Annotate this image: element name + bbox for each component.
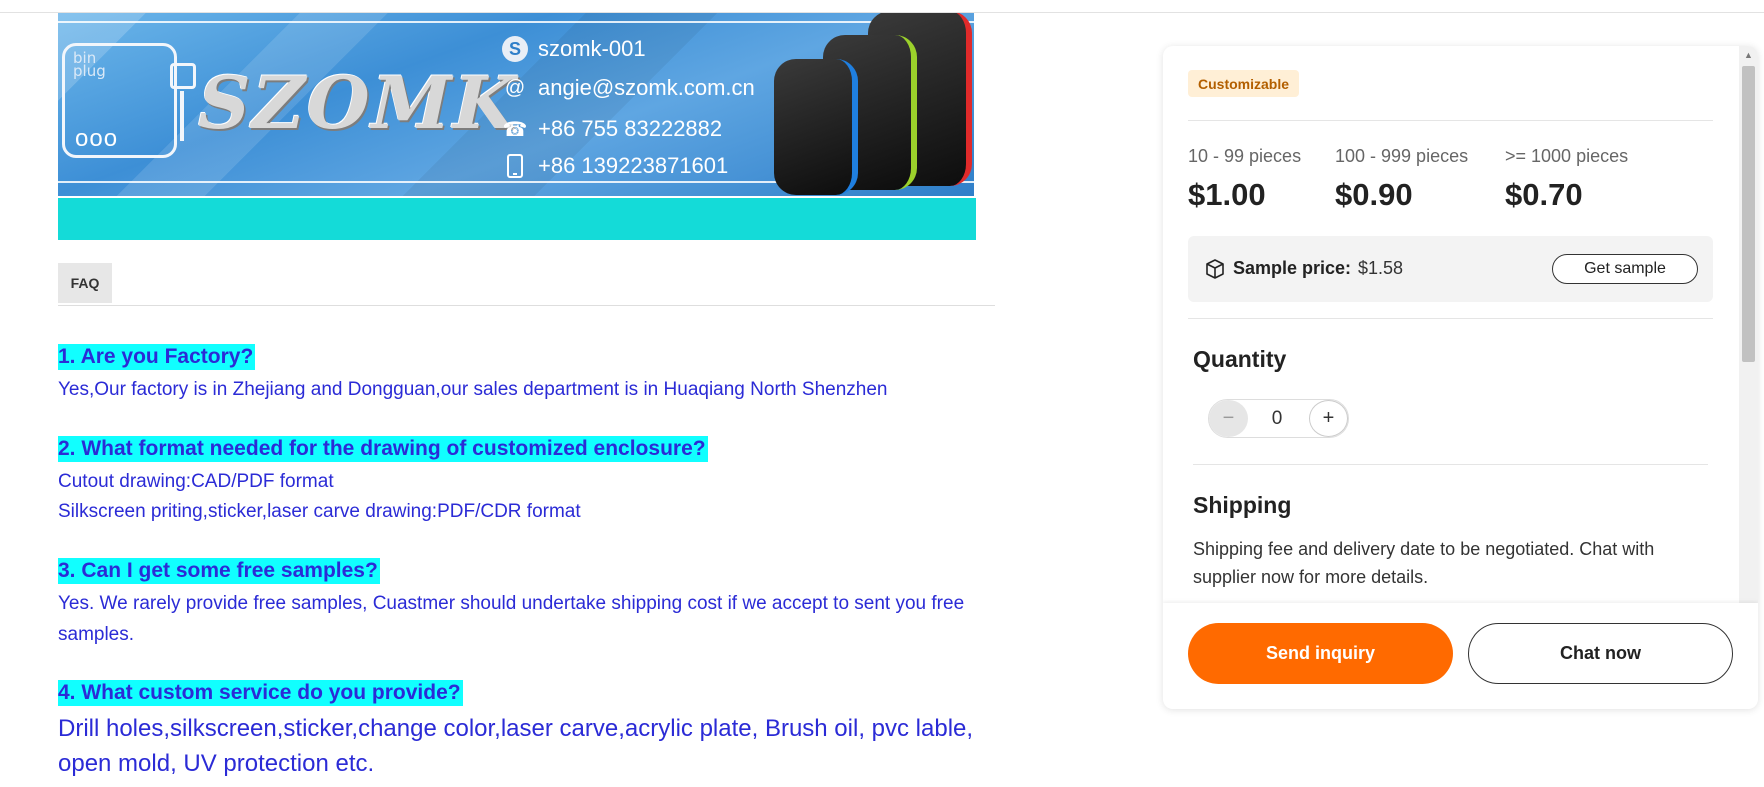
faq-answer: Silkscreen priting,sticker,laser carve d… [58, 501, 581, 522]
tier-price: $1.00 [1188, 177, 1266, 212]
contact-email: @ angie@szomk.com.cn [502, 72, 755, 104]
tier-range: 10 - 99 pieces [1188, 146, 1302, 166]
brand-logo: SZOMK [189, 60, 527, 145]
mobile-icon [502, 153, 528, 179]
phone-icon: ☎ [502, 118, 528, 141]
chat-now-button[interactable]: Chat now [1468, 623, 1733, 684]
logo-dots: ooo [75, 125, 119, 152]
quantity-input[interactable]: 0 [1255, 400, 1299, 437]
tab-divider [58, 305, 995, 306]
contact-phone: ☎ +86 755 83222882 [502, 113, 723, 145]
faq-answer: Cutout drawing:CAD/PDF format [58, 471, 334, 492]
shipping-title: Shipping [1193, 492, 1292, 518]
logo-plug-text: bin plug [73, 49, 106, 80]
contact-text: szomk-001 [538, 36, 646, 61]
send-inquiry-button[interactable]: Send inquiry [1188, 623, 1453, 684]
scroll-up-arrow-icon[interactable]: ▲ [1739, 46, 1758, 64]
tier-price: $0.90 [1335, 177, 1413, 212]
sample-price-box: Sample price: $1.58 Get sample [1188, 236, 1713, 302]
sample-price-value: $1.58 [1358, 258, 1404, 278]
customizable-badge: Customizable [1188, 70, 1300, 97]
banner-strip [58, 198, 976, 240]
box-icon [1206, 259, 1224, 279]
price-tier: 10 - 99 pieces $1.00 [1188, 146, 1301, 213]
decrease-button[interactable]: − [1209, 400, 1248, 437]
sample-price-label: Sample price: [1233, 258, 1352, 278]
faq-answer: Yes,Our factory is in Zhejiang and Dongg… [58, 379, 888, 400]
contact-text: +86 755 83222882 [538, 116, 723, 141]
divider [1188, 120, 1713, 121]
faq-question: 1. Are you Factory? [58, 344, 256, 370]
at-sign-icon: @ [504, 76, 526, 99]
get-sample-button[interactable]: Get sample [1552, 254, 1698, 284]
price-tier: >= 1000 pieces $0.70 [1505, 146, 1628, 213]
store-banner: bin plug ooo SZOMK S szomk-001 @ angie@sz… [58, 13, 976, 240]
plug-logo-icon: bin plug ooo [62, 43, 177, 158]
quantity-title: Quantity [1193, 346, 1287, 372]
skype-icon: S [502, 36, 528, 62]
tier-range: >= 1000 pieces [1505, 146, 1629, 166]
faq-question: 2. What format needed for the drawing of… [58, 436, 708, 462]
panel-scrollbar[interactable]: ▲ [1739, 46, 1758, 603]
banner-image: bin plug ooo SZOMK S szomk-001 @ angie@sz… [58, 13, 974, 196]
logo-cord [180, 91, 184, 141]
banner-rule [58, 21, 974, 23]
tier-range: 100 - 999 pieces [1335, 146, 1469, 166]
shipping-description: Shipping fee and delivery date to be neg… [1193, 539, 1655, 587]
faq-question: 3. Can I get some free samples? [58, 558, 380, 584]
top-rule [0, 0, 1764, 13]
contact-text: +86 139223871601 [538, 153, 729, 178]
faq-question: 4. What custom service do you provide? [58, 680, 463, 706]
price-tier: 100 - 999 pieces $0.90 [1335, 146, 1468, 213]
contact-text: angie@szomk.com.cn [538, 75, 755, 100]
purchase-panel: Customizable 10 - 99 pieces $1.00 100 - … [1163, 46, 1758, 709]
faq-answer: Yes. We rarely provide free samples, Cua… [58, 593, 965, 645]
enclosure-device-blue [774, 59, 858, 195]
divider [1193, 464, 1708, 465]
action-bar: Send inquiry Chat now [1163, 603, 1758, 709]
scrollbar-thumb[interactable] [1742, 66, 1755, 362]
contact-skype: S szomk-001 [502, 33, 646, 65]
quantity-stepper: − 0 + [1208, 399, 1349, 438]
divider [1188, 318, 1713, 319]
increase-button[interactable]: + [1309, 400, 1348, 437]
faq-answer: Drill holes,silkscreen,sticker,change co… [58, 715, 974, 777]
logo-connector [170, 63, 196, 89]
contact-mobile: +86 139223871601 [502, 150, 728, 182]
tab-faq[interactable]: FAQ [58, 263, 112, 303]
tier-price: $0.70 [1505, 177, 1583, 212]
